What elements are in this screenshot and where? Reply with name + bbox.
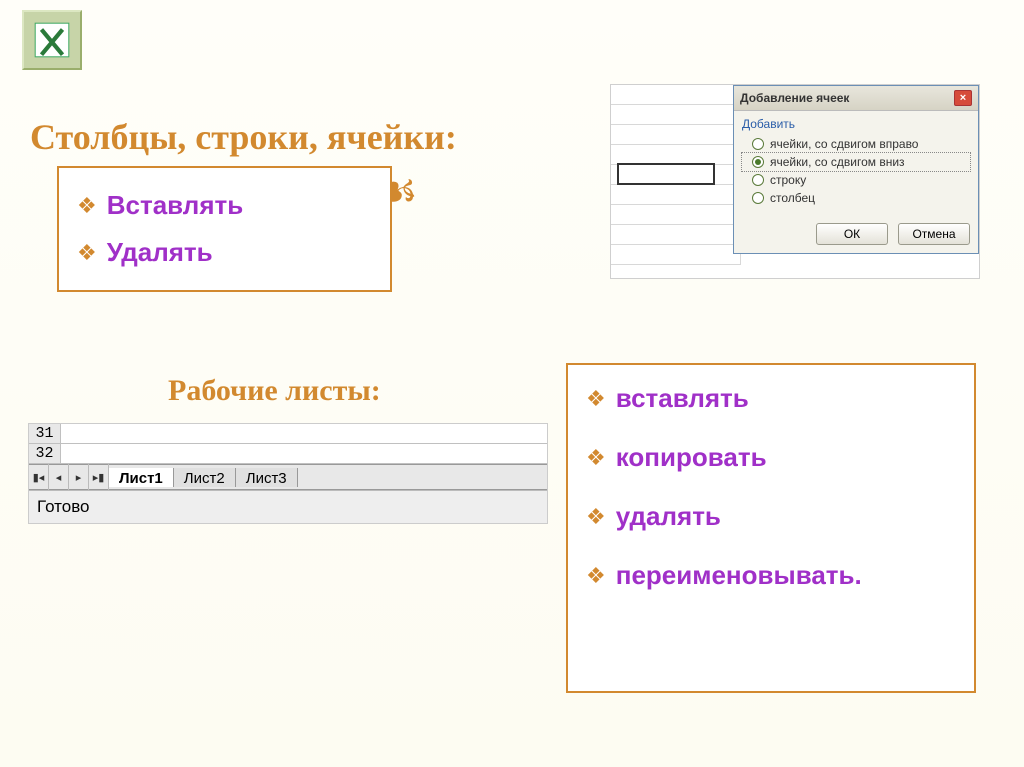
radio-option-shift-right[interactable]: ячейки, со сдвигом вправо (742, 135, 970, 153)
list-item: ❖ Удалять (77, 237, 372, 268)
nav-prev-icon[interactable]: ◂ (49, 464, 69, 490)
radio-icon (752, 138, 764, 150)
nav-next-icon[interactable]: ▸ (69, 464, 89, 490)
insert-cells-illustration: Добавление ячеек × Добавить ячейки, со с… (610, 84, 980, 279)
status-bar: Готово (29, 490, 547, 523)
ok-button[interactable]: ОК (816, 223, 888, 245)
selected-cell-icon (617, 163, 715, 185)
group-label: Добавить (742, 117, 970, 131)
operations-box-1: ❖ Вставлять ❖ Удалять (57, 166, 392, 292)
bullet-diamond-icon: ❖ (77, 193, 97, 219)
radio-icon (752, 156, 764, 168)
operations-box-2: ❖ вставлять ❖ копировать ❖ удалять ❖ пер… (566, 363, 976, 693)
bullet-diamond-icon: ❖ (586, 386, 606, 412)
dialog-titlebar: Добавление ячеек × (734, 86, 978, 111)
tab-sheet3[interactable]: Лист3 (236, 468, 298, 487)
tab-sheet2[interactable]: Лист2 (174, 468, 236, 487)
radio-label: ячейки, со сдвигом вниз (770, 155, 905, 169)
nav-first-icon[interactable]: ▮◂ (29, 464, 49, 490)
insert-cells-dialog: Добавление ячеек × Добавить ячейки, со с… (733, 85, 979, 254)
row-31: 31 (29, 424, 547, 444)
list-item: ❖ переименовывать. (586, 560, 956, 591)
row-number: 31 (29, 424, 61, 443)
excel-logo-icon (22, 10, 82, 70)
list-label: удалять (616, 501, 721, 532)
nav-last-icon[interactable]: ▸▮ (89, 464, 109, 490)
dialog-body: Добавить ячейки, со сдвигом вправо ячейк… (734, 111, 978, 215)
radio-label: ячейки, со сдвигом вправо (770, 137, 918, 151)
list-item: ❖ копировать (586, 442, 956, 473)
list-label: Вставлять (107, 190, 243, 221)
tab-sheet1[interactable]: Лист1 (109, 468, 174, 487)
list-label: вставлять (616, 383, 749, 414)
radio-option-row[interactable]: строку (742, 171, 970, 189)
radio-icon (752, 192, 764, 204)
list-item: ❖ Вставлять (77, 190, 372, 221)
bullet-diamond-icon: ❖ (586, 504, 606, 530)
bullet-diamond-icon: ❖ (586, 445, 606, 471)
row-number: 32 (29, 444, 61, 463)
radio-option-shift-down[interactable]: ячейки, со сдвигом вниз (742, 153, 970, 171)
sheet-tabs-panel: 31 32 ▮◂ ◂ ▸ ▸▮ Лист1 Лист2 Лист3 Готово (28, 423, 548, 524)
cancel-button[interactable]: Отмена (898, 223, 970, 245)
row-32: 32 (29, 444, 547, 464)
dialog-button-row: ОК Отмена (734, 215, 978, 253)
heading-worksheets: Рабочие листы: (168, 374, 381, 408)
list-label: копировать (616, 442, 767, 473)
bullet-diamond-icon: ❖ (77, 240, 97, 266)
list-label: переименовывать. (616, 560, 862, 591)
list-label: Удалять (107, 237, 213, 268)
bullet-diamond-icon: ❖ (586, 563, 606, 589)
dialog-title-text: Добавление ячеек (740, 91, 849, 105)
radio-icon (752, 174, 764, 186)
close-icon[interactable]: × (954, 90, 972, 106)
radio-label: строку (770, 173, 806, 187)
heading-columns-rows-cells: Столбцы, строки, ячейки: (30, 116, 457, 158)
list-item: ❖ вставлять (586, 383, 956, 414)
list-item: ❖ удалять (586, 501, 956, 532)
sheet-tabs-bar: ▮◂ ◂ ▸ ▸▮ Лист1 Лист2 Лист3 (29, 464, 547, 490)
radio-label: столбец (770, 191, 815, 205)
radio-option-column[interactable]: столбец (742, 189, 970, 207)
